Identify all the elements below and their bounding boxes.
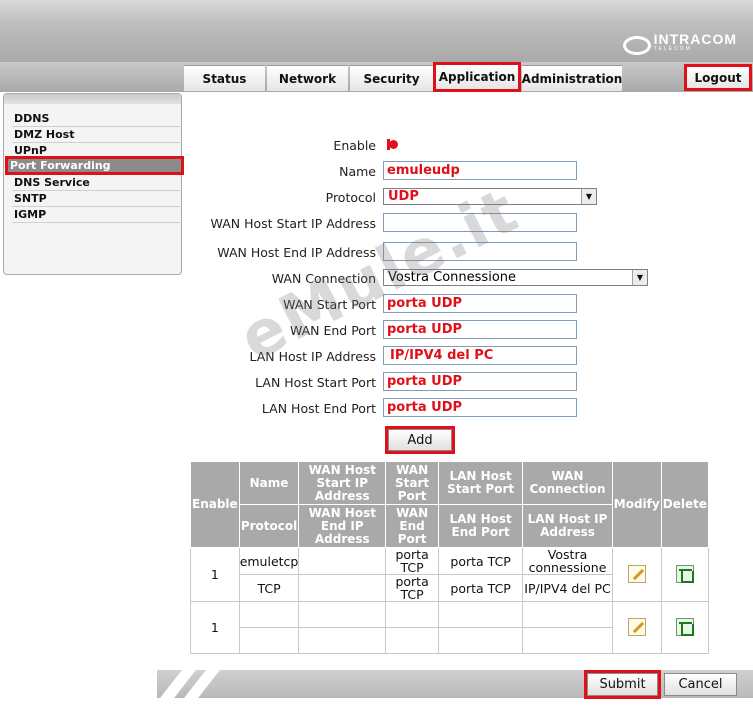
row-wan-end-port (385, 627, 439, 654)
col-modify: Modify (611, 461, 662, 548)
tab-administration[interactable]: Administration (522, 65, 622, 91)
row-name (238, 601, 300, 628)
wan-host-start-ip-input[interactable] (383, 213, 577, 232)
row-wan-host-end (298, 574, 387, 602)
col-delete: Delete (660, 461, 710, 548)
tab-network[interactable]: Network (267, 65, 348, 91)
wan-start-port-label: WAN Start Port (283, 297, 376, 312)
add-button[interactable]: Add (385, 426, 455, 454)
row-enable: 1 (190, 601, 240, 654)
row-protocol (238, 627, 300, 654)
sidebar-item-ddns[interactable]: DDNS (12, 111, 180, 127)
row-lan-host-start-port (437, 601, 524, 628)
trash-icon[interactable] (675, 564, 694, 583)
sidebar: DDNS DMZ Host UPnP Port Forwarding DNS S… (3, 93, 184, 275)
delete-cell (660, 547, 710, 602)
wan-end-port-label: WAN End Port (289, 323, 376, 338)
protocol-label: Protocol (325, 190, 376, 205)
sidebar-item-sntp[interactable]: SNTP (12, 191, 180, 207)
wan-connection-label: WAN Connection (271, 271, 376, 286)
col-lan-host-start-port: LAN Host Start Port (437, 461, 524, 505)
wan-connection-select[interactable]: Vostra Connessione ▼ (383, 269, 648, 286)
row-enable: 1 (190, 547, 240, 602)
sidebar-item-igmp[interactable]: IGMP (12, 207, 180, 223)
protocol-select-value: UDP (388, 189, 419, 204)
modify-cell (611, 601, 662, 654)
lan-host-start-port-label: LAN Host Start Port (255, 375, 376, 390)
intracom-logo-icon (622, 33, 651, 55)
col-lan-host-end-port: LAN Host End Port (437, 504, 524, 548)
row-lan-host-start-port: porta TCP (437, 547, 524, 575)
col-wan-connection: WAN Connection (522, 461, 613, 505)
port-forwarding-table: Enable Name WAN Host Start IP Address WA… (190, 461, 710, 654)
logout-button[interactable]: Logout (684, 64, 752, 91)
row-wan-host-start (298, 601, 387, 628)
row-wan-host-end (298, 627, 387, 654)
trash-icon[interactable] (675, 617, 694, 636)
name-label: Name (339, 164, 376, 179)
chevron-down-icon: ▼ (581, 189, 596, 204)
row-wan-start-port (385, 601, 439, 628)
row-lan-host-end-port: porta TCP (437, 574, 524, 602)
lan-host-end-port-input[interactable]: porta UDP (383, 398, 577, 417)
submit-button[interactable]: Submit (584, 670, 661, 699)
row-wan-connection: Vostra connessione (522, 547, 613, 575)
wan-connection-select-value: Vostra Connessione (388, 270, 517, 285)
col-name: Name (238, 461, 300, 505)
wan-end-port-input[interactable]: porta UDP (383, 320, 577, 339)
col-wan-host-start: WAN Host Start IP Address (298, 461, 387, 505)
col-wan-start-port: WAN Start Port (385, 461, 439, 505)
logo-sub-text: TELECOM (653, 46, 692, 52)
chevron-down-icon: ▼ (632, 270, 647, 285)
name-input[interactable]: emuleudp (383, 161, 577, 180)
brand-logo: INTRACOM TELECOM (622, 30, 737, 55)
row-wan-end-port: porta TCP (385, 574, 439, 602)
tab-security[interactable]: Security (350, 65, 433, 91)
lan-host-ip-input[interactable]: IP/IPV4 del PC (383, 346, 577, 365)
tab-application[interactable]: Application (433, 62, 521, 92)
row-lan-host-ip (522, 627, 613, 654)
tab-status[interactable]: Status (184, 65, 265, 91)
row-lan-host-ip: IP/IPV4 del PC (522, 574, 613, 602)
lan-host-ip-label: LAN Host IP Address (249, 349, 376, 364)
cancel-button[interactable]: Cancel (664, 673, 737, 696)
logo-brand-text: INTRACOM (653, 31, 737, 47)
wan-host-end-ip-input[interactable] (383, 242, 577, 261)
lan-host-end-port-label: LAN Host End Port (261, 401, 376, 416)
table-row: 1 (190, 601, 710, 654)
col-wan-end-port: WAN End Port (385, 504, 439, 548)
protocol-select[interactable]: UDP ▼ (383, 188, 597, 205)
row-name: emuletcp (238, 547, 300, 575)
col-enable: Enable (190, 461, 240, 548)
wan-host-end-ip-label: WAN Host End IP Address (217, 245, 376, 260)
col-protocol: Protocol (238, 504, 300, 548)
lan-host-start-port-input[interactable]: porta UDP (383, 372, 577, 391)
sidebar-item-dmz-host[interactable]: DMZ Host (12, 127, 180, 143)
edit-icon[interactable] (627, 564, 646, 583)
enable-checkbox[interactable] (387, 139, 398, 150)
delete-cell (660, 601, 710, 654)
table-row: 1 emuletcp porta TCP porta TCP Vostra co… (190, 547, 710, 602)
col-wan-host-end: WAN Host End IP Address (298, 504, 387, 548)
row-wan-host-start (298, 547, 387, 575)
wan-host-start-ip-label: WAN Host Start IP Address (210, 216, 376, 231)
enable-label: Enable (333, 138, 376, 153)
col-lan-host-ip: LAN Host IP Address (522, 504, 613, 548)
sidebar-item-port-forwarding[interactable]: Port Forwarding (5, 156, 184, 175)
row-wan-start-port: porta TCP (385, 547, 439, 575)
row-protocol: TCP (238, 574, 300, 602)
sidebar-item-dns-service[interactable]: DNS Service (12, 175, 180, 191)
row-lan-host-end-port (437, 627, 524, 654)
modify-cell (611, 547, 662, 602)
edit-icon[interactable] (627, 617, 646, 636)
wan-start-port-input[interactable]: porta UDP (383, 294, 577, 313)
row-wan-connection (522, 601, 613, 628)
